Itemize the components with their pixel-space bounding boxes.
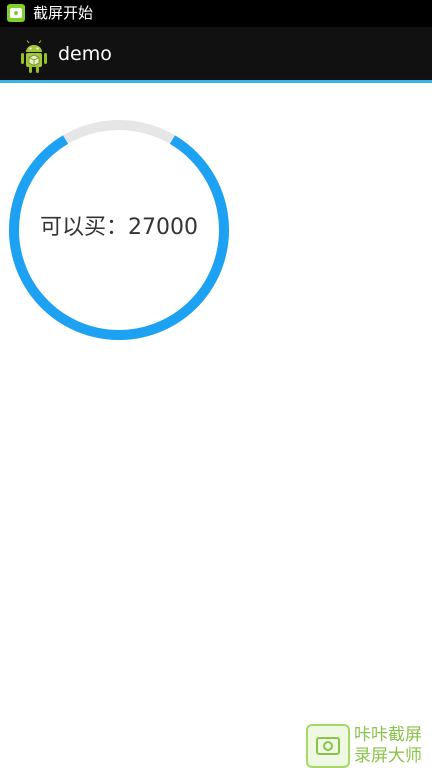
action-bar: demo bbox=[0, 27, 432, 83]
status-notification-text: 截屏开始 bbox=[33, 4, 94, 22]
watermark-line-2: 录屏大师 bbox=[354, 746, 422, 766]
watermark: 咔咔截屏 录屏大师 bbox=[306, 724, 432, 768]
content-area: 可以买：27000 bbox=[0, 83, 432, 768]
camera-icon bbox=[306, 724, 350, 768]
screenshot-app-icon bbox=[7, 4, 25, 22]
watermark-line-1: 咔咔截屏 bbox=[354, 725, 422, 745]
status-bar: 截屏开始 bbox=[0, 0, 432, 27]
android-icon[interactable] bbox=[18, 40, 50, 74]
progress-label: 可以买：27000 bbox=[40, 215, 198, 240]
app-title: demo bbox=[58, 43, 112, 65]
